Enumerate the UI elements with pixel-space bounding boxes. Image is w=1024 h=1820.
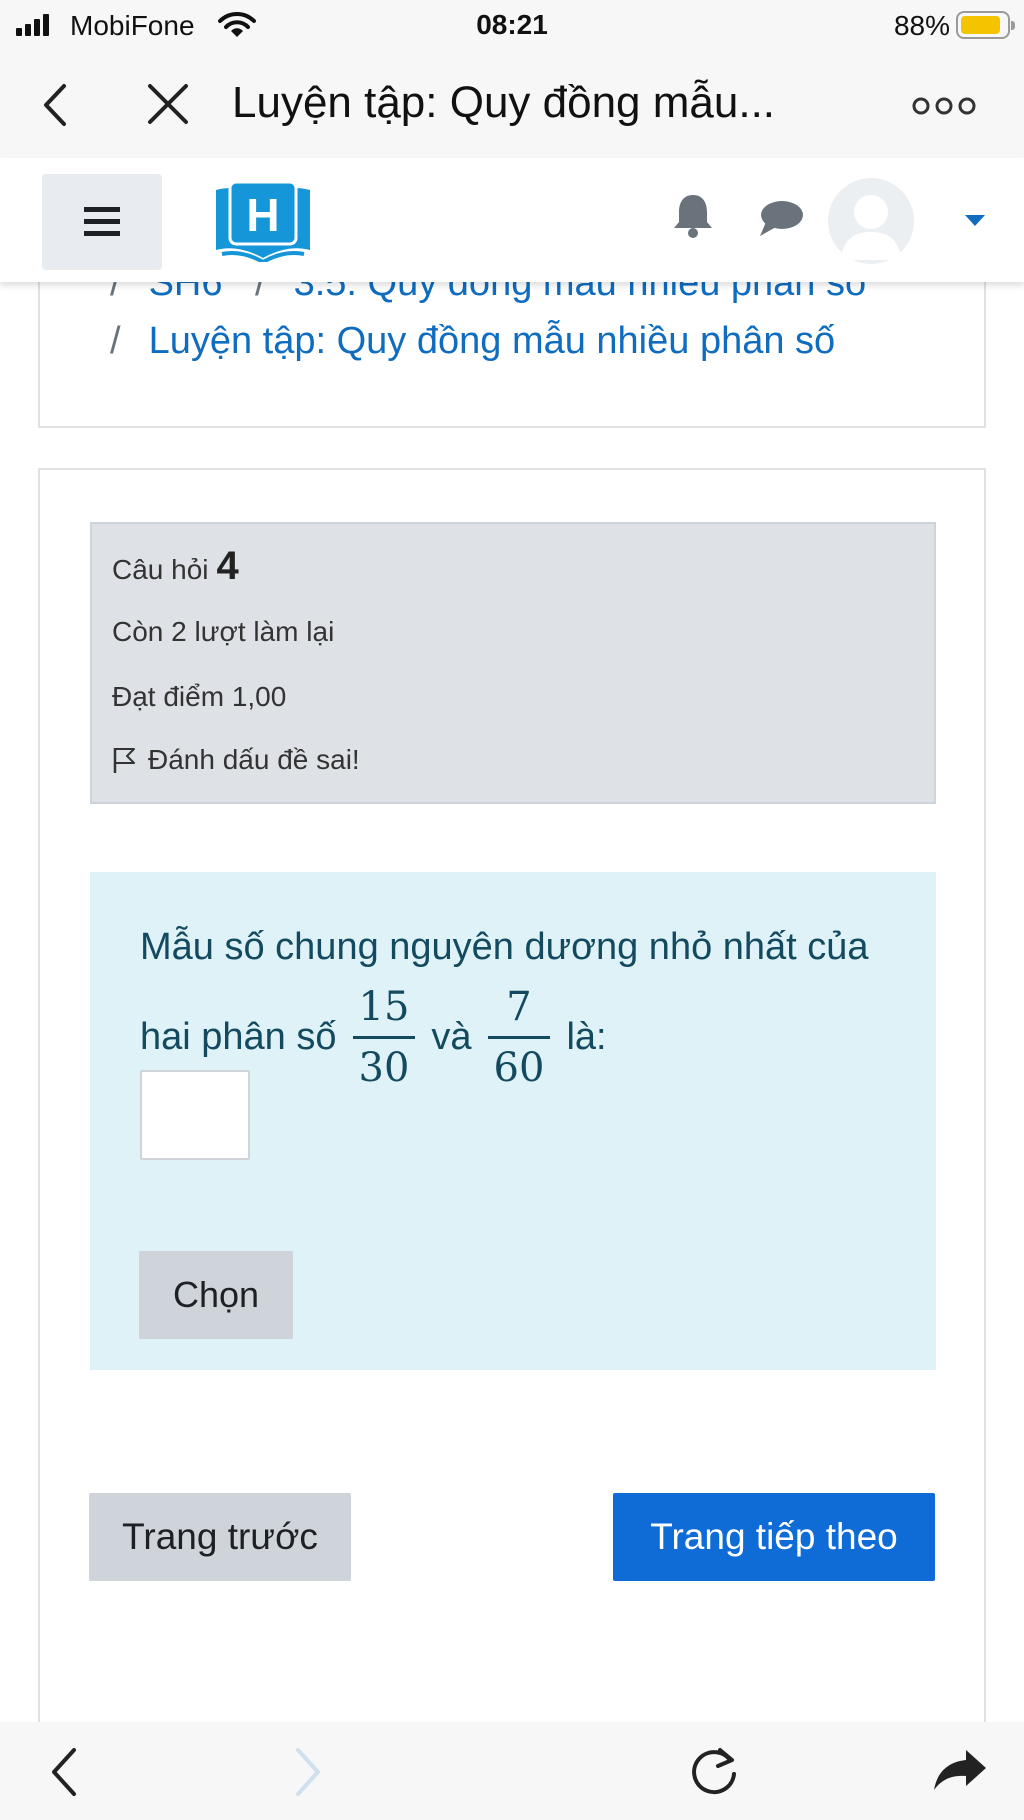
reload-icon[interactable] <box>686 1744 742 1805</box>
fraction-1: 15 30 <box>352 983 416 1091</box>
breadcrumb-item-current[interactable]: Luyện tập: Quy đồng mẫu nhiều phân số <box>149 320 836 362</box>
fraction-denominator: 60 <box>487 1035 551 1091</box>
attempts-remaining: Còn 2 lượt làm lại <box>112 616 335 647</box>
close-icon[interactable] <box>146 82 190 131</box>
status-bar: MobiFone 08:21 88% <box>0 0 1024 52</box>
battery-level <box>961 16 1000 34</box>
hamburger-icon <box>84 207 120 236</box>
fraction-numerator: 7 <box>506 983 532 1030</box>
question-grade: Đạt điểm 1,00 <box>112 681 287 712</box>
answer-input[interactable] <box>140 1070 250 1160</box>
back-icon[interactable] <box>46 1746 80 1803</box>
previous-page-button[interactable]: Trang trước <box>89 1493 351 1581</box>
more-dots-icon[interactable] <box>912 96 976 121</box>
chat-bubble-icon[interactable] <box>758 200 804 243</box>
check-button[interactable]: Chọn <box>139 1251 293 1339</box>
breadcrumb-separator: / <box>110 320 121 362</box>
next-page-button[interactable]: Trang tiếp theo <box>613 1493 935 1581</box>
menu-button[interactable] <box>42 174 162 270</box>
question-text-suffix: là: <box>566 1015 607 1058</box>
bell-icon[interactable] <box>672 192 714 243</box>
clock: 08:21 <box>476 9 548 40</box>
fraction-numerator: 15 <box>358 983 410 1030</box>
logo-letter: H <box>246 189 279 241</box>
site-logo[interactable]: H <box>212 178 314 267</box>
browser-header: Luyện tập: Quy đồng mẫu... <box>0 52 1024 158</box>
forward-icon <box>292 1746 326 1803</box>
flag-label: Đánh dấu đề sai! <box>148 744 360 775</box>
flag-question-link[interactable]: Đánh dấu đề sai! <box>112 744 360 776</box>
question-conjunction: và <box>431 1015 472 1058</box>
question-number: 4 <box>216 544 239 588</box>
question-label: Câu hỏi <box>112 554 209 585</box>
battery-icon <box>956 11 1015 39</box>
fraction-denominator: 30 <box>352 1035 416 1091</box>
question-heading: Câu hỏi 4 <box>112 544 239 589</box>
question-text: Mẫu số chung nguyên dương nhỏ nhất của <box>140 926 869 968</box>
fraction-2: 7 60 <box>487 983 551 1091</box>
share-icon[interactable] <box>932 1748 988 1799</box>
back-chevron-icon[interactable] <box>38 82 72 133</box>
browser-title: Luyện tập: Quy đồng mẫu... <box>232 78 776 127</box>
site-navbar: H <box>0 158 1024 282</box>
question-text-prefix: hai phân số <box>140 1015 337 1058</box>
avatar[interactable] <box>828 178 914 264</box>
caret-down-icon[interactable] <box>964 214 986 233</box>
browser-toolbar <box>0 1722 1024 1820</box>
flag-icon <box>113 748 135 773</box>
question-info-box: Câu hỏi 4 Còn 2 lượt làm lại Đạt điểm 1,0… <box>90 522 936 804</box>
breadcrumb-row: / Luyện tập: Quy đồng mẫu nhiều phân số <box>110 320 835 363</box>
question-box: Mẫu số chung nguyên dương nhỏ nhất của h… <box>90 872 936 1370</box>
battery-percent: 88% <box>893 10 950 41</box>
